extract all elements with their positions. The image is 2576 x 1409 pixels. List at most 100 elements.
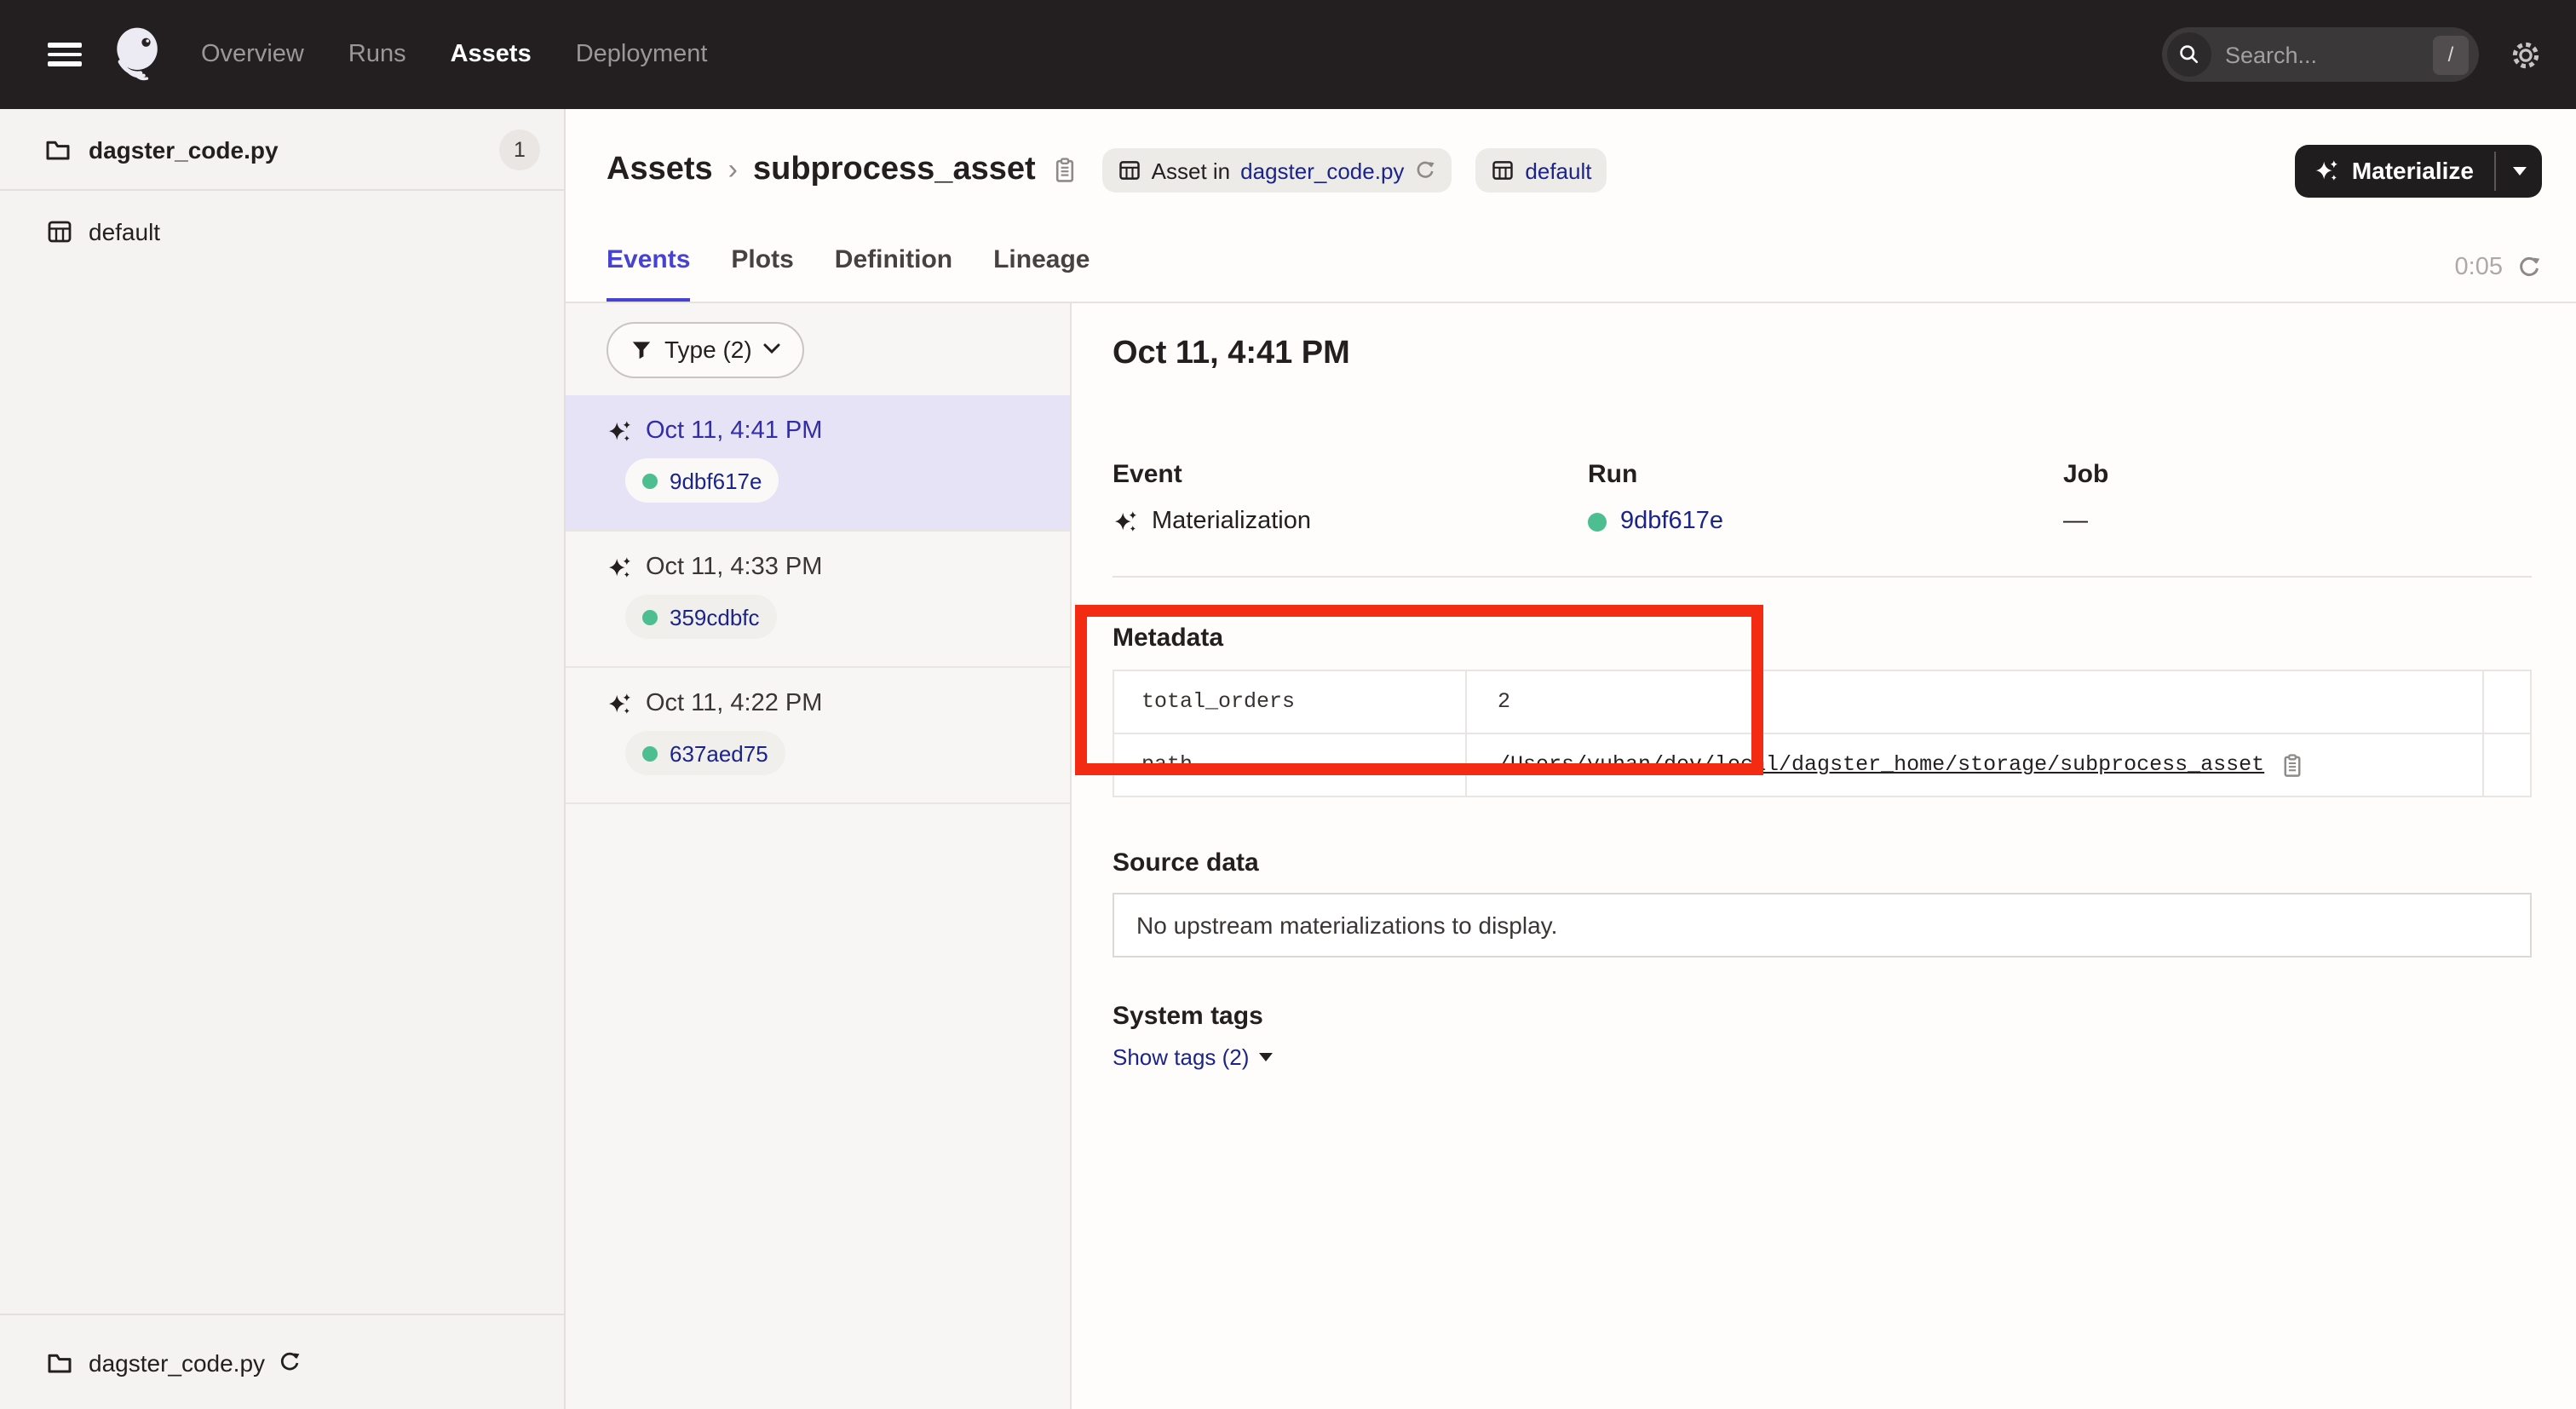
asset-group-badge[interactable]: default	[1475, 148, 1607, 193]
materialization-detail-title: Oct 11, 4:41 PM	[1113, 334, 2532, 375]
section-divider	[1113, 576, 2532, 578]
tab-definition[interactable]: Definition	[835, 245, 952, 302]
show-tags-toggle[interactable]: Show tags (2)	[1113, 1044, 1273, 1070]
run-id-pill[interactable]: 9dbf617e	[625, 458, 779, 503]
run-id-link[interactable]: 9dbf617e	[1620, 508, 1723, 535]
materialize-button[interactable]: Materialize	[2296, 144, 2494, 197]
sparkle-icon	[2314, 158, 2340, 183]
system-tags-heading: System tags	[1113, 1002, 2532, 1031]
asset-tabs: Events Plots Definition Lineage 0:05	[566, 221, 2576, 303]
tab-plots[interactable]: Plots	[731, 245, 793, 302]
asset-grid-icon	[1491, 158, 1515, 182]
asset-location-prefix: Asset in	[1152, 158, 1231, 183]
metadata-path-link[interactable]: /Users/yuhan/dev/local/dagster_home/stor…	[1498, 753, 2264, 777]
run-id-link[interactable]: 9dbf617e	[670, 468, 762, 493]
folder-icon	[44, 135, 72, 163]
run-status-dot	[642, 609, 658, 624]
materialization-list-item[interactable]: Oct 11, 4:41 PM 9dbf617e	[566, 395, 1070, 532]
hamburger-menu-icon[interactable]	[48, 43, 82, 66]
event-column: Event Materialization	[1113, 460, 1588, 535]
sparkle-icon	[607, 691, 632, 716]
metadata-value: 2	[1466, 670, 2483, 733]
primary-nav: Overview Runs Assets Deployment	[201, 41, 707, 68]
tab-lineage[interactable]: Lineage	[993, 245, 1090, 302]
type-filter-button[interactable]: Type (2)	[607, 321, 805, 377]
copy-asset-name-icon[interactable]	[1051, 157, 1078, 184]
refresh-icon[interactable]	[2516, 255, 2542, 280]
metadata-row: path /Users/yuhan/dev/local/dagster_home…	[1113, 733, 2531, 797]
metadata-spacer-cell	[2483, 670, 2531, 733]
metadata-table: total_orders 2 path /Users/yuhan/dev/loc…	[1113, 670, 2532, 797]
job-label: Job	[2063, 460, 2532, 489]
events-content: Type (2) Oct 11, 4:41 PM	[566, 303, 2576, 1409]
run-column: Run 9dbf617e	[1588, 460, 2063, 535]
show-tags-label: Show tags (2)	[1113, 1044, 1249, 1070]
job-value: —	[2063, 508, 2088, 535]
run-status-dot	[642, 473, 658, 488]
top-navigation-bar: Overview Runs Assets Deployment /	[0, 0, 2576, 109]
sparkle-icon	[1113, 509, 1138, 534]
run-id-pill[interactable]: 637aed75	[625, 731, 785, 775]
code-location-sidebar: dagster_code.py 1 default dagster_code.p…	[0, 109, 566, 1409]
materialize-button-label: Materialize	[2352, 157, 2474, 184]
tab-events[interactable]: Events	[607, 245, 690, 302]
main-area: Assets › subprocess_asset	[566, 109, 2576, 1409]
event-run-job-summary: Event Materialization Run	[1113, 460, 2532, 535]
run-id-pill[interactable]: 359cdbfc	[625, 595, 777, 639]
dagster-logo-icon[interactable]	[106, 22, 170, 87]
reload-icon[interactable]	[277, 1350, 301, 1374]
metadata-key: total_orders	[1113, 670, 1466, 733]
chevron-down-icon	[764, 342, 781, 356]
event-type-value: Materialization	[1152, 508, 1311, 535]
sidebar-item-default-group[interactable]: default	[0, 201, 564, 262]
run-id-link[interactable]: 637aed75	[670, 740, 768, 766]
caret-down-icon	[2512, 166, 2526, 175]
sparkle-icon	[607, 418, 632, 444]
materialize-dropdown-button[interactable]	[2496, 144, 2542, 197]
metadata-key: path	[1113, 733, 1466, 797]
search-icon	[2167, 32, 2211, 77]
sidebar-footer-code-location[interactable]: dagster_code.py	[0, 1314, 564, 1409]
refresh-countdown: 0:05	[2455, 254, 2503, 281]
reload-location-icon[interactable]	[1414, 159, 1436, 181]
gear-icon[interactable]	[2510, 38, 2542, 71]
run-status-dot	[642, 745, 658, 761]
run-id-link[interactable]: 359cdbfc	[670, 604, 760, 630]
folder-icon	[46, 1349, 73, 1376]
nav-item-overview[interactable]: Overview	[201, 41, 304, 68]
code-location-link[interactable]: dagster_code.py	[1240, 158, 1404, 183]
run-label: Run	[1588, 460, 2063, 489]
breadcrumb-separator: ›	[728, 153, 738, 187]
search-input[interactable]	[2211, 42, 2433, 67]
materialization-timestamp: Oct 11, 4:33 PM	[646, 554, 822, 581]
job-column: Job —	[2063, 460, 2532, 535]
asset-group-link[interactable]: default	[1525, 158, 1591, 183]
source-data-heading: Source data	[1113, 848, 2532, 877]
breadcrumb: Assets › subprocess_asset	[566, 109, 2576, 221]
asset-group-icon	[46, 218, 73, 245]
caret-down-icon	[1259, 1053, 1273, 1061]
materialization-detail-pane: Oct 11, 4:41 PM Event Materialization	[1072, 303, 2576, 1409]
search-box[interactable]: /	[2162, 27, 2479, 82]
sidebar-item-label: dagster_code.py	[89, 135, 279, 163]
sidebar-item-dagster-code[interactable]: dagster_code.py 1	[0, 109, 564, 191]
nav-item-assets[interactable]: Assets	[451, 41, 532, 68]
materialization-list-item[interactable]: Oct 11, 4:22 PM 637aed75	[566, 668, 1070, 804]
nav-item-deployment[interactable]: Deployment	[576, 41, 708, 68]
topbar-right: /	[2162, 27, 2542, 82]
metadata-row: total_orders 2	[1113, 670, 2531, 733]
app-root: Overview Runs Assets Deployment /	[0, 0, 2576, 1409]
event-label: Event	[1113, 460, 1588, 489]
auto-refresh: 0:05	[2455, 254, 2542, 302]
search-shortcut-key: /	[2433, 35, 2469, 74]
materialization-list-item[interactable]: Oct 11, 4:33 PM 359cdbfc	[566, 532, 1070, 668]
copy-path-icon[interactable]	[2280, 752, 2305, 778]
asset-location-badge[interactable]: Asset in dagster_code.py	[1102, 148, 1452, 193]
sidebar-footer-label: dagster_code.py	[89, 1349, 265, 1376]
breadcrumb-assets-link[interactable]: Assets	[607, 152, 713, 189]
materialization-timestamp: Oct 11, 4:22 PM	[646, 690, 822, 717]
nav-item-runs[interactable]: Runs	[348, 41, 406, 68]
page-title: subprocess_asset	[753, 152, 1036, 189]
materialization-timestamp: Oct 11, 4:41 PM	[646, 417, 822, 445]
asset-grid-icon	[1118, 158, 1141, 182]
